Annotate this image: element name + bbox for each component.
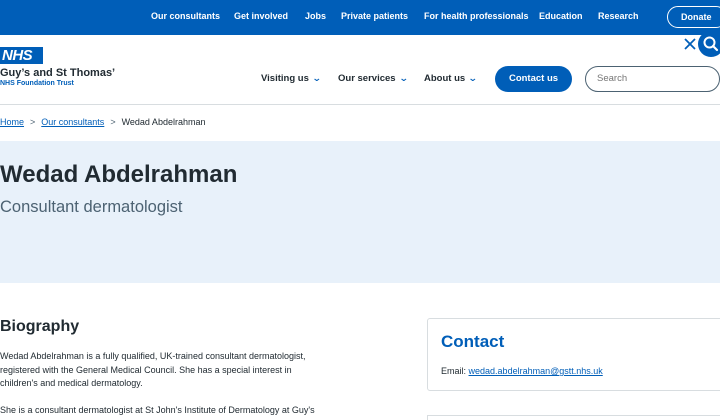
topbar-link-research[interactable]: Research xyxy=(598,11,639,21)
page-title: Wedad Abdelrahman xyxy=(0,161,238,188)
consultant-role: Consultant dermatologist xyxy=(0,198,183,216)
top-utility-bar: Our consultants Get involved Jobs Privat… xyxy=(0,0,720,35)
biography-line: children's and medical dermatology. xyxy=(0,378,143,388)
contact-card: Contact Email: wedad.abdelrahman@gstt.nh… xyxy=(427,318,720,391)
site-header: NHS Guy’s and St Thomas’ NHS Foundation … xyxy=(0,35,720,105)
trust-name[interactable]: Guy’s and St Thomas’ xyxy=(0,67,115,79)
biography-paragraph-2: She is a consultant dermatologist at St … xyxy=(0,404,380,418)
nav-our-services-label: Our services xyxy=(338,73,396,84)
donate-button[interactable]: Donate xyxy=(667,6,720,28)
trust-subtitle: NHS Foundation Trust xyxy=(0,80,74,87)
topbar-link-education[interactable]: Education xyxy=(539,11,583,21)
biography-line: Wedad Abdelrahman is a fully qualified, … xyxy=(0,351,306,361)
biography-heading: Biography xyxy=(0,318,80,335)
nav-about-us-label: About us xyxy=(424,73,466,84)
nav-our-services[interactable]: Our services ⌄ xyxy=(338,73,409,84)
topbar-link-our-consultants[interactable]: Our consultants xyxy=(151,11,220,21)
contact-us-button[interactable]: Contact us xyxy=(495,66,572,92)
nav-visiting-us[interactable]: Visiting us ⌄ xyxy=(261,73,322,84)
chevron-right-icon: > xyxy=(110,117,116,127)
search-field xyxy=(585,66,720,92)
email-label: Email: xyxy=(441,366,467,376)
nav-about-us[interactable]: About us ⌄ xyxy=(424,73,478,84)
chevron-down-icon: ⌄ xyxy=(398,73,409,83)
chevron-down-icon: ⌄ xyxy=(468,73,478,83)
search-button[interactable] xyxy=(698,31,720,57)
breadcrumb-consultants-link[interactable]: Our consultants xyxy=(41,117,104,127)
topbar-link-jobs[interactable]: Jobs xyxy=(305,11,326,21)
breadcrumb-current: Wedad Abdelrahman xyxy=(121,117,206,127)
hero-banner: Wedad Abdelrahman Consultant dermatologi… xyxy=(0,141,720,283)
breadcrumb: Home > Our consultants > Wedad Abdelrahman xyxy=(0,117,205,127)
topbar-link-get-involved[interactable]: Get involved xyxy=(234,11,288,21)
contact-email-row: Email: wedad.abdelrahman@gstt.nhs.uk xyxy=(441,366,603,376)
biography-line: registered with the General Medical Coun… xyxy=(0,364,292,375)
chevron-down-icon: ⌄ xyxy=(311,73,322,83)
search-input[interactable] xyxy=(597,73,677,84)
topbar-link-for-health-professionals[interactable]: For health professionals xyxy=(424,11,529,21)
email-link[interactable]: wedad.abdelrahman@gstt.nhs.uk xyxy=(469,366,603,376)
search-icon xyxy=(703,36,719,52)
next-card-edge xyxy=(427,415,720,420)
close-icon[interactable] xyxy=(683,37,697,51)
chevron-right-icon: > xyxy=(30,117,36,127)
topbar-link-private-patients[interactable]: Private patients xyxy=(341,11,408,21)
nav-visiting-us-label: Visiting us xyxy=(261,73,309,84)
biography-paragraph-1: Wedad Abdelrahman is a fully qualified, … xyxy=(0,350,380,391)
nhs-logo[interactable]: NHS xyxy=(0,47,43,64)
biography-line: She is a consultant dermatologist at St … xyxy=(0,405,315,415)
breadcrumb-home-link[interactable]: Home xyxy=(0,117,24,127)
contact-heading: Contact xyxy=(441,332,505,351)
